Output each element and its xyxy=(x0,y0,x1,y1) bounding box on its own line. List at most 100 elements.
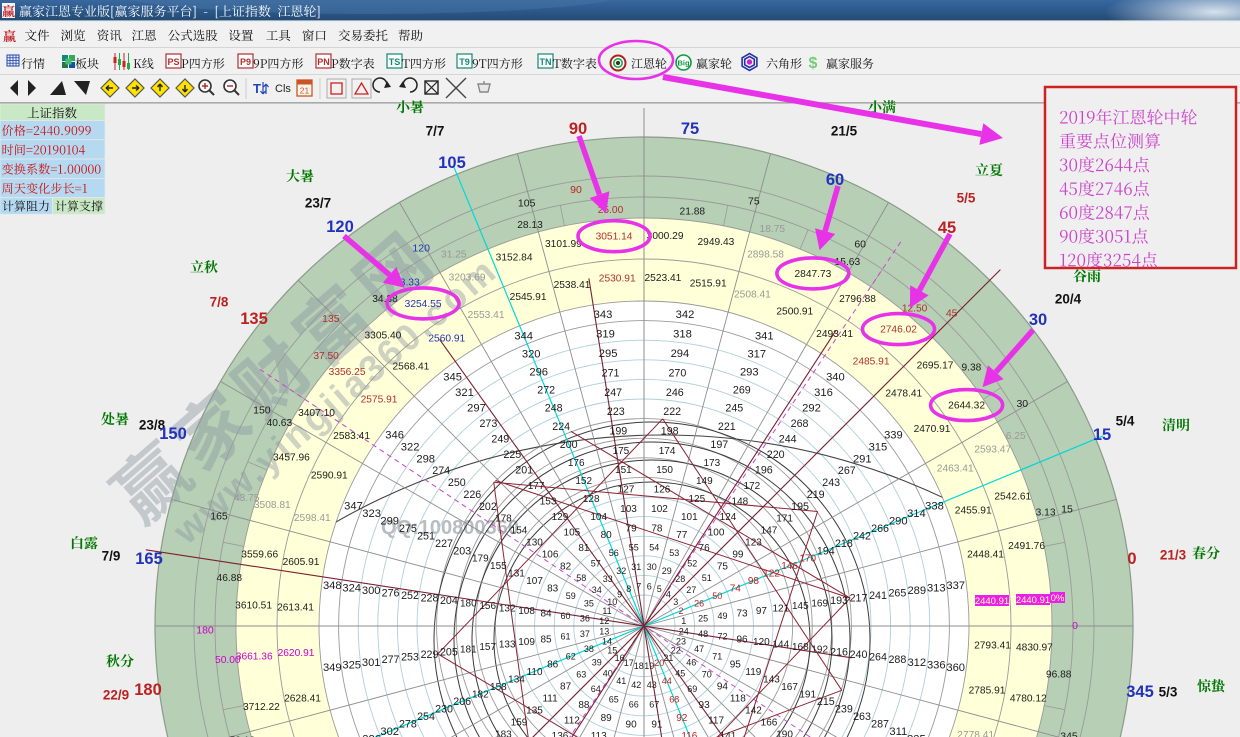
svg-text:89: 89 xyxy=(601,713,613,724)
svg-text:300: 300 xyxy=(362,585,381,597)
svg-text:340: 340 xyxy=(826,372,845,384)
svg-text:131: 131 xyxy=(508,569,525,580)
svg-text:2478.41: 2478.41 xyxy=(885,388,922,399)
svg-text:113: 113 xyxy=(591,731,607,737)
svg-text:174: 174 xyxy=(659,446,676,457)
svg-text:135: 135 xyxy=(526,706,543,717)
svg-text:119: 119 xyxy=(745,667,761,678)
svg-text:50.00: 50.00 xyxy=(215,655,241,666)
svg-text:172: 172 xyxy=(744,481,761,492)
svg-text:7/7: 7/7 xyxy=(426,124,445,139)
svg-text:T: T xyxy=(253,81,261,96)
svg-text:83: 83 xyxy=(547,584,559,595)
svg-text:121: 121 xyxy=(772,604,789,615)
svg-text:266: 266 xyxy=(871,523,889,535)
svg-text:44: 44 xyxy=(662,676,672,686)
svg-text:120: 120 xyxy=(753,637,770,648)
svg-text:3051.14: 3051.14 xyxy=(596,232,633,243)
svg-text:57: 57 xyxy=(591,558,601,568)
svg-text:169: 169 xyxy=(811,598,828,609)
svg-text:254: 254 xyxy=(417,711,435,723)
svg-text:244: 244 xyxy=(779,434,797,446)
svg-text:3: 3 xyxy=(673,597,678,607)
svg-text:3356.25: 3356.25 xyxy=(329,367,366,378)
svg-text:321: 321 xyxy=(455,387,474,399)
svg-text:60: 60 xyxy=(560,611,570,621)
svg-text:125: 125 xyxy=(688,494,705,505)
svg-text:77: 77 xyxy=(676,530,688,541)
svg-text:345: 345 xyxy=(443,372,462,384)
svg-text:349: 349 xyxy=(323,662,342,674)
svg-text:73: 73 xyxy=(736,609,748,620)
svg-text:142: 142 xyxy=(745,706,762,717)
svg-text:165: 165 xyxy=(210,511,228,523)
svg-text:249: 249 xyxy=(491,434,509,446)
svg-text:13: 13 xyxy=(599,626,609,636)
svg-text:228: 228 xyxy=(421,593,439,605)
svg-text:15: 15 xyxy=(1093,426,1111,444)
svg-text:23/7: 23/7 xyxy=(305,196,331,211)
svg-text:219: 219 xyxy=(807,489,825,501)
svg-text:6: 6 xyxy=(647,582,652,592)
svg-text:108: 108 xyxy=(518,606,535,617)
svg-text:158: 158 xyxy=(490,682,507,693)
svg-text:50: 50 xyxy=(712,591,722,601)
svg-text:253: 253 xyxy=(401,652,419,664)
svg-text:155: 155 xyxy=(490,561,507,572)
svg-text:43: 43 xyxy=(647,680,657,690)
svg-text:302: 302 xyxy=(380,726,399,737)
svg-text:263: 263 xyxy=(853,711,871,723)
svg-text:2778.41: 2778.41 xyxy=(957,730,994,737)
svg-text:190: 190 xyxy=(776,729,793,737)
svg-text:339: 339 xyxy=(884,430,903,442)
svg-text:360: 360 xyxy=(946,662,965,674)
svg-text:93: 93 xyxy=(699,700,711,711)
svg-text:7: 7 xyxy=(636,582,641,592)
svg-text:6.25: 6.25 xyxy=(1006,431,1026,442)
svg-text:80: 80 xyxy=(601,530,613,541)
svg-text:67: 67 xyxy=(649,700,659,710)
svg-text:66: 66 xyxy=(629,700,639,710)
svg-text:75: 75 xyxy=(748,196,760,208)
svg-text:39: 39 xyxy=(592,657,602,667)
svg-text:168: 168 xyxy=(792,642,809,653)
svg-text:267: 267 xyxy=(838,465,856,477)
svg-text:0: 0 xyxy=(1072,620,1078,632)
svg-text:22: 22 xyxy=(671,646,681,656)
svg-text:74: 74 xyxy=(730,584,742,595)
svg-text:60: 60 xyxy=(854,239,866,251)
svg-text:192: 192 xyxy=(811,645,828,656)
svg-text:123: 123 xyxy=(745,538,762,549)
svg-text:319: 319 xyxy=(596,329,615,341)
svg-text:9: 9 xyxy=(617,589,622,599)
svg-text:28: 28 xyxy=(675,574,685,584)
svg-text:21/3: 21/3 xyxy=(1160,548,1187,563)
svg-text:2847.73: 2847.73 xyxy=(794,269,831,280)
svg-text:181: 181 xyxy=(460,645,477,656)
svg-text:124: 124 xyxy=(720,512,737,523)
svg-text:230: 230 xyxy=(435,704,453,716)
svg-text:52: 52 xyxy=(687,558,697,568)
svg-text:Cls: Cls xyxy=(275,83,291,95)
svg-text:100: 100 xyxy=(708,528,725,539)
svg-text:205: 205 xyxy=(440,646,458,658)
svg-text:2898.58: 2898.58 xyxy=(747,250,784,261)
svg-text:33: 33 xyxy=(603,574,613,584)
svg-text:71: 71 xyxy=(712,652,722,662)
svg-text:246: 246 xyxy=(666,387,684,399)
svg-text:53: 53 xyxy=(669,548,679,558)
svg-text:225: 225 xyxy=(503,449,521,461)
svg-text:311: 311 xyxy=(889,726,907,737)
svg-text:134: 134 xyxy=(508,674,525,685)
svg-text:35: 35 xyxy=(584,598,594,608)
svg-text:292: 292 xyxy=(802,403,821,415)
svg-text:95: 95 xyxy=(730,659,742,670)
svg-text:36: 36 xyxy=(580,613,590,623)
svg-text:117: 117 xyxy=(708,715,724,726)
svg-text:297: 297 xyxy=(467,403,486,415)
svg-text:183: 183 xyxy=(495,729,512,737)
svg-text:15: 15 xyxy=(1061,503,1073,515)
svg-text:180: 180 xyxy=(196,624,214,636)
svg-text:247: 247 xyxy=(604,387,622,399)
svg-text:132: 132 xyxy=(499,604,516,615)
